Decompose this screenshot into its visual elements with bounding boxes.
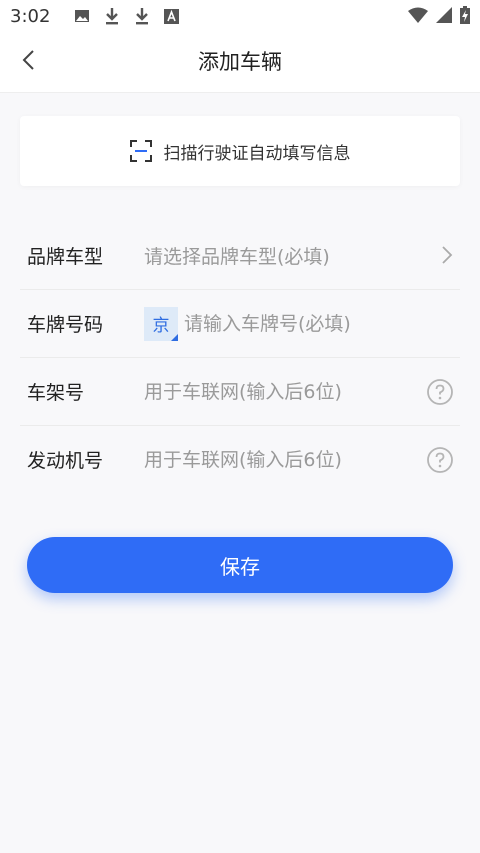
- page-title: 添加车辆: [198, 50, 282, 74]
- plate-row: 车牌号码 京: [20, 290, 460, 358]
- scan-license-label: 扫描行驶证自动填写信息: [163, 143, 351, 164]
- system-icons: [400, 6, 470, 24]
- nav-bar: 添加车辆: [0, 32, 480, 93]
- scan-license-button[interactable]: 扫描行驶证自动填写信息: [20, 116, 460, 186]
- engine-row: 发动机号: [20, 426, 460, 493]
- province-selector[interactable]: 京: [144, 306, 178, 341]
- save-button[interactable]: 保存: [27, 537, 453, 593]
- plate-label: 车牌号码: [27, 314, 104, 336]
- status-bar: 3:02: [0, 0, 480, 32]
- download-icon: [134, 7, 150, 25]
- chevron-right-icon: [440, 244, 454, 266]
- brand-label: 品牌车型: [27, 246, 104, 268]
- scan-frame-icon: [129, 140, 152, 162]
- province-value: 京: [152, 316, 170, 336]
- vin-input[interactable]: [144, 380, 460, 403]
- engine-input[interactable]: [144, 448, 460, 471]
- vin-row: 车架号: [20, 358, 460, 426]
- plate-input[interactable]: [184, 312, 460, 335]
- status-time: 3:02: [10, 5, 51, 27]
- engine-help-icon[interactable]: [426, 446, 454, 474]
- image-icon: [74, 8, 90, 24]
- download-icon: [104, 7, 120, 25]
- brand-row[interactable]: 品牌车型 请选择品牌车型(必填): [20, 222, 460, 290]
- signal-icon: [436, 7, 452, 23]
- wifi-icon: [408, 7, 428, 23]
- notification-icons: [60, 7, 180, 25]
- font-icon: [164, 8, 180, 24]
- dropdown-corner-icon: [171, 333, 178, 341]
- back-button[interactable]: [14, 48, 42, 76]
- engine-label: 发动机号: [27, 450, 104, 472]
- vin-label: 车架号: [27, 382, 85, 404]
- battery-charging-icon: [460, 6, 470, 24]
- brand-select[interactable]: 请选择品牌车型(必填): [144, 242, 460, 269]
- vin-help-icon[interactable]: [426, 378, 454, 406]
- chevron-left-icon: [21, 49, 35, 75]
- vehicle-form: 品牌车型 请选择品牌车型(必填) 车牌号码 京 车架号 发动机号: [20, 222, 460, 493]
